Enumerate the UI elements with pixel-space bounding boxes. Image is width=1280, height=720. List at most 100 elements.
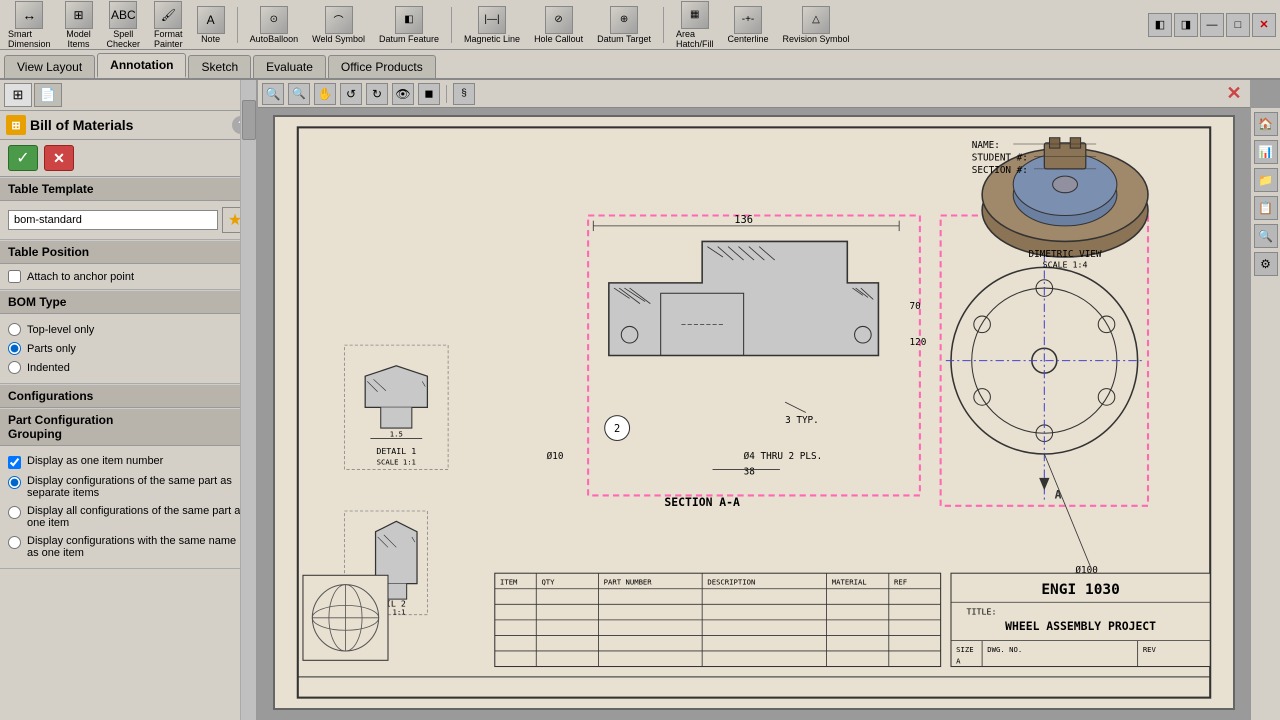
svg-text:3 TYP.: 3 TYP. [785,415,819,426]
svg-text:38: 38 [744,467,756,478]
radio-same-name[interactable] [8,536,21,549]
radio-indented[interactable] [8,361,21,374]
svg-text:70: 70 [910,301,922,312]
weld-symbol-tool[interactable]: ⌒ Weld Symbol [308,4,369,46]
display-mode-btn[interactable]: ◼ [418,83,440,105]
datum-target-tool[interactable]: ⊕ Datum Target [593,4,655,46]
rotate-tool[interactable]: ↺ [340,83,362,105]
format-painter-tool[interactable]: 🖌 FormatPainter [150,0,187,51]
panel-header: ⊞ Bill of Materials ? [0,111,256,140]
section-view-btn[interactable]: § [453,83,475,105]
section-table-template: Table Template ▲ ★ [0,177,256,240]
radio-separate-items-label[interactable]: Display configurations of the same part … [27,475,248,499]
tab-office-products[interactable]: Office Products [328,55,436,78]
svg-text:REV: REV [1143,645,1157,654]
table-template-title: Table Template [8,182,94,196]
svg-text:136: 136 [734,214,753,226]
radio-same-name-label[interactable]: Display configurations with the same nam… [27,535,248,559]
drawing-close-x[interactable]: ✕ [1222,82,1246,106]
radio-separate-items[interactable] [8,476,21,489]
restore-btn[interactable]: □ [1226,13,1250,37]
home-icon-btn[interactable]: 🏠 [1254,112,1278,136]
panel-tab-icon-1[interactable]: ⊞ [4,83,32,107]
area-hatch-tool[interactable]: ▦ AreaHatch/Fill [672,0,718,51]
centerline-tool[interactable]: -+- Centerline [723,4,772,46]
zoom-in-btn[interactable]: 🔍 [262,83,284,105]
folder-icon-btn[interactable]: 📁 [1254,168,1278,192]
drawing-area: 🔍 🔍 ✋ ↺ ↻ 👁 ◼ § ✕ [258,80,1280,720]
tab-sketch[interactable]: Sketch [188,55,251,78]
cancel-button[interactable]: ✕ [44,145,74,171]
bom-type-title: BOM Type [8,295,66,309]
radio-parts-only-label[interactable]: Parts only [27,343,76,355]
drawing-svg: 136 2 3 TYP. Ø4 THRU 2 PLS. 70 120 38 [275,117,1233,708]
checkbox-one-item-number[interactable] [8,456,21,469]
radio-top-level[interactable] [8,323,21,336]
bom-type-header[interactable]: BOM Type ▲ [0,290,256,314]
svg-text:1.5: 1.5 [390,429,403,438]
left-panel: ⊞ 📄 ⊞ Bill of Materials ? ✓ ✕ Table Temp… [0,80,258,720]
svg-text:A: A [956,656,961,665]
part-config-title: Part ConfigurationGrouping [8,413,113,441]
left-panel-scrollbar[interactable] [240,80,256,720]
svg-text:TITLE:: TITLE: [967,607,997,617]
radio-indented-label[interactable]: Indented [27,362,70,374]
minimize-btn[interactable]: — [1200,13,1224,37]
template-input[interactable] [8,210,218,230]
clipboard-icon-btn[interactable]: 📋 [1254,196,1278,220]
attach-anchor-label[interactable]: Attach to anchor point [27,271,134,283]
radio-parts-only[interactable] [8,342,21,355]
svg-text:DWG. NO.: DWG. NO. [987,645,1022,654]
svg-text:DETAIL 1: DETAIL 1 [376,446,416,456]
search-icon-btn[interactable]: 🔍 [1254,224,1278,248]
table-position-header[interactable]: Table Position ▲ [0,240,256,264]
table-position-title: Table Position [8,245,89,259]
svg-text:DIMETRIC VIEW: DIMETRIC VIEW [1029,249,1102,260]
view-options-btn[interactable]: 👁 [392,83,414,105]
close-btn[interactable]: ✕ [1252,13,1276,37]
svg-text:SCALE 1:1: SCALE 1:1 [377,457,416,466]
checkbox-one-item-number-label[interactable]: Display as one item number [27,455,163,467]
svg-text:2: 2 [614,423,620,435]
radio-top-level-label[interactable]: Top-level only [27,324,94,336]
expand-left-btn[interactable]: ◧ [1148,13,1172,37]
svg-text:PART NUMBER: PART NUMBER [604,578,653,587]
svg-text:MATERIAL: MATERIAL [832,578,868,587]
svg-text:ITEM: ITEM [500,578,518,587]
confirm-button[interactable]: ✓ [8,145,38,171]
pan-tool[interactable]: ✋ [314,83,336,105]
model-items-tool[interactable]: ⊞ ModelItems [61,0,97,51]
revision-symbol-tool[interactable]: △ Revision Symbol [779,4,854,46]
table-template-header[interactable]: Table Template ▲ [0,177,256,201]
section-part-config: Part ConfigurationGrouping ▲ Display as … [0,408,256,569]
magnetic-line-tool[interactable]: |—| Magnetic Line [460,4,524,46]
svg-text:REF: REF [894,578,907,587]
expand-right-btn[interactable]: ◨ [1174,13,1198,37]
tab-annotation[interactable]: Annotation [97,53,186,78]
svg-text:DESCRIPTION: DESCRIPTION [707,578,755,587]
zoom-out-btn[interactable]: 🔍 [288,83,310,105]
section-bom-type: BOM Type ▲ Top-level only Parts only Ind… [0,290,256,384]
chart-icon-btn[interactable]: 📊 [1254,140,1278,164]
note-tool[interactable]: A Note [193,4,229,46]
panel-tab-icon-2[interactable]: 📄 [34,83,62,107]
radio-all-one-item-label[interactable]: Display all configurations of the same p… [27,505,248,529]
spell-checker-tool[interactable]: ABC SpellChecker [103,0,145,51]
bom-icon: ⊞ [6,115,26,135]
datum-feature-tool[interactable]: ◧ Datum Feature [375,4,443,46]
svg-text:WHEEL ASSEMBLY PROJECT: WHEEL ASSEMBLY PROJECT [1005,619,1156,633]
smart-dimension-tool[interactable]: ↔ View Layout SmartDimension [4,0,55,51]
attach-anchor-checkbox[interactable] [8,270,21,283]
tab-evaluate[interactable]: Evaluate [253,55,326,78]
panel-title: Bill of Materials [30,117,228,133]
settings-icon-btn[interactable]: ⚙ [1254,252,1278,276]
radio-all-one-item[interactable] [8,506,21,519]
refresh-btn[interactable]: ↻ [366,83,388,105]
part-config-header[interactable]: Part ConfigurationGrouping ▲ [0,408,256,446]
tab-view-layout[interactable]: View Layout [4,55,95,78]
hole-callout-tool[interactable]: ⊘ Hole Callout [530,4,587,46]
autoballoon-tool[interactable]: ⊙ AutoBalloon [246,4,303,46]
svg-text:SIZE: SIZE [956,645,973,654]
configurations-header[interactable]: Configurations ▼ [0,384,256,408]
svg-text:SECTION #:: SECTION #: [972,165,1028,176]
